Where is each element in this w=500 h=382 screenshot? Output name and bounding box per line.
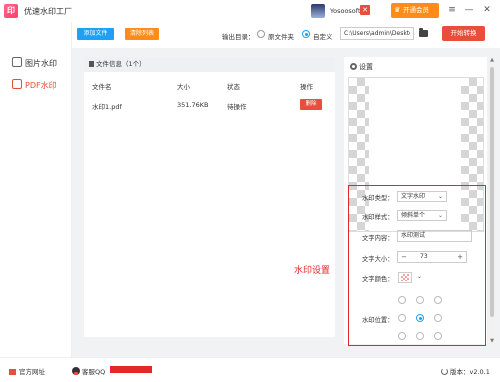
- color-swatch: [401, 274, 409, 281]
- status-bar: 官方网址 客服QQ 版本：v2.0.1: [0, 357, 500, 382]
- watermark-settings-callout: 水印设置: [294, 266, 331, 276]
- sidebar-item-label: PDF水印: [25, 81, 57, 90]
- version-label: 版本：v2.0.1: [450, 368, 490, 376]
- user-name[interactable]: Yosoosoft: [330, 7, 361, 15]
- column-header-filename: 文件名: [92, 83, 112, 91]
- folder-icon[interactable]: [419, 28, 428, 37]
- text-color-picker[interactable]: [398, 272, 412, 283]
- file-info-header: 文件信息（1个）: [84, 57, 335, 72]
- refresh-icon: [441, 368, 448, 375]
- column-header-action: 操作: [300, 83, 313, 91]
- text-content-input[interactable]: 水印测试: [397, 230, 472, 242]
- text-size-value[interactable]: 73: [420, 252, 428, 262]
- radio-original-folder[interactable]: [257, 30, 265, 38]
- app-title: 优速水印工厂: [24, 7, 72, 16]
- menu-icon[interactable]: ≡: [446, 4, 458, 16]
- column-header-size: 大小: [177, 83, 190, 91]
- file-info-title: 文件信息（1个）: [96, 60, 146, 68]
- vip-button-label: 开通会员: [403, 6, 429, 14]
- watermark-type-value: 文字水印: [401, 193, 426, 200]
- scroll-thumb[interactable]: [490, 67, 494, 317]
- position-bottom-center[interactable]: [416, 332, 424, 340]
- radio-custom-folder[interactable]: [302, 30, 310, 38]
- document-icon: [89, 61, 94, 67]
- position-middle-left[interactable]: [398, 314, 406, 322]
- user-close-icon[interactable]: ✕: [360, 5, 370, 15]
- version-info: 版本：v2.0.1: [441, 366, 490, 376]
- title-bar: 印 优速水印工厂 Yosoosoft ✕ ♛ 开通会员 ≡ — ✕: [0, 0, 500, 22]
- increment-button[interactable]: +: [455, 252, 465, 262]
- toolbar: 添加文件 清除列表 输出目录： 原文件夹 自定义 开始转换: [72, 22, 500, 48]
- output-path-input[interactable]: [340, 27, 414, 40]
- radio-custom-folder-label[interactable]: 自定义: [313, 31, 333, 41]
- scroll-down-icon[interactable]: ▼: [489, 338, 495, 344]
- pdf-icon: [12, 79, 22, 89]
- watermark-type-select[interactable]: 文字水印 ⌄: [397, 191, 447, 202]
- position-bottom-right[interactable]: [434, 332, 442, 340]
- settings-title: 设置: [359, 63, 373, 71]
- clear-list-button[interactable]: 清除列表: [125, 28, 159, 40]
- chevron-down-icon: ⌄: [437, 193, 443, 200]
- watermark-style-value: 倾斜单个: [401, 212, 426, 219]
- sidebar-item-pdf-watermark[interactable]: PDF水印: [12, 79, 57, 91]
- position-top-left[interactable]: [398, 296, 406, 304]
- qq-icon: [72, 367, 80, 375]
- start-convert-button[interactable]: 开始转换: [442, 26, 485, 41]
- user-avatar[interactable]: [311, 4, 325, 18]
- official-site-link[interactable]: 官方网址: [9, 366, 45, 376]
- position-bottom-left[interactable]: [398, 332, 406, 340]
- vip-button[interactable]: ♛ 开通会员: [391, 3, 439, 18]
- position-top-center[interactable]: [416, 296, 424, 304]
- text-content-label: 文字内容：: [362, 235, 394, 242]
- sidebar-item-label: 图片水印: [25, 59, 57, 68]
- home-icon: [9, 369, 16, 375]
- app-logo: 印: [4, 4, 18, 18]
- official-site-label: 官方网址: [19, 368, 45, 376]
- text-color-label: 文字颜色：: [362, 276, 394, 283]
- file-list-panel: 文件信息（1个） 文件名 大小 状态 操作 水印1.pdf 351.76KB 待…: [84, 57, 335, 337]
- decrement-button[interactable]: −: [399, 252, 409, 262]
- image-icon: [12, 57, 22, 67]
- output-dir-label: 输出目录：: [222, 33, 255, 41]
- watermark-style-label: 水印样式：: [362, 214, 394, 221]
- support-qq-label: 客服QQ: [82, 368, 106, 376]
- position-middle-right[interactable]: [434, 314, 442, 322]
- gear-icon: [350, 63, 357, 70]
- radio-original-folder-label[interactable]: 原文件夹: [268, 31, 294, 41]
- position-middle-center[interactable]: [416, 314, 424, 322]
- redacted-qq-number: [110, 366, 152, 373]
- add-file-button[interactable]: 添加文件: [77, 28, 114, 40]
- file-size-cell: 351.76KB: [177, 101, 209, 109]
- support-qq-link[interactable]: 客服QQ: [72, 366, 105, 376]
- chevron-down-icon[interactable]: ⌄: [417, 273, 422, 280]
- chevron-down-icon: ⌄: [437, 212, 443, 219]
- minimize-icon[interactable]: —: [463, 4, 475, 16]
- settings-scrollbar[interactable]: ▲ ▼: [489, 57, 495, 344]
- watermark-position-label: 水印位置：: [362, 317, 394, 324]
- text-size-label: 文字大小：: [362, 256, 394, 263]
- sidebar-item-image-watermark[interactable]: 图片水印: [12, 57, 57, 69]
- scroll-up-icon[interactable]: ▲: [489, 57, 495, 63]
- crown-icon: ♛: [394, 6, 401, 14]
- file-status-cell: 待操作: [227, 103, 247, 111]
- watermark-style-select[interactable]: 倾斜单个 ⌄: [397, 210, 447, 221]
- column-header-status: 状态: [227, 83, 240, 91]
- delete-button[interactable]: 删除: [300, 99, 322, 110]
- position-top-right[interactable]: [434, 296, 442, 304]
- close-icon[interactable]: ✕: [481, 4, 493, 16]
- file-name-cell: 水印1.pdf: [92, 103, 122, 111]
- settings-header: 设置: [350, 62, 373, 72]
- text-size-stepper[interactable]: − 73 +: [397, 251, 467, 263]
- watermark-type-label: 水印类型：: [362, 195, 394, 202]
- sidebar: 图片水印 PDF水印: [0, 22, 72, 357]
